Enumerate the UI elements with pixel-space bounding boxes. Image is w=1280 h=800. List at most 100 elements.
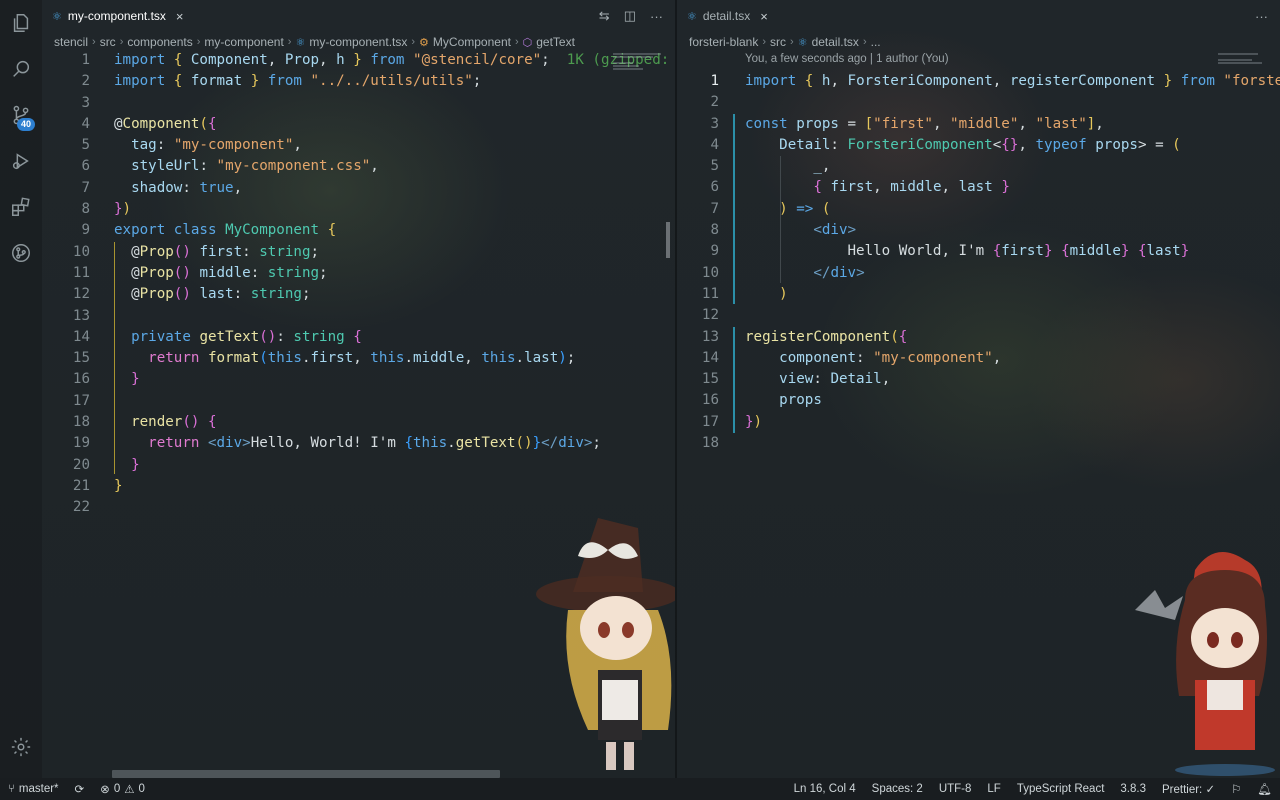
code-line[interactable]: 17: [42, 391, 675, 412]
minimap[interactable]: [1212, 52, 1280, 552]
code-line[interactable]: 9 export class MyComponent {: [42, 220, 675, 241]
code-line[interactable]: 19 return <div>Hello, World! I'm {this.g…: [42, 433, 675, 454]
files-icon[interactable]: [0, 0, 42, 46]
code-line[interactable]: 14 component: "my-component",: [677, 348, 1280, 369]
branch-indicator[interactable]: ⑂ master*: [0, 783, 67, 795]
tab-label: my-component.tsx: [67, 9, 166, 23]
left-editor-group: ⚛ my-component.tsx × ⇆ ◫ ··· stencil › sr…: [42, 0, 675, 778]
code-line[interactable]: 20 }: [42, 455, 675, 476]
typescript-version[interactable]: 3.8.3: [1112, 783, 1154, 795]
code-line[interactable]: 12: [677, 305, 1280, 326]
breadcrumb-item[interactable]: forsteri-blank: [689, 35, 758, 49]
more-actions-icon[interactable]: ···: [650, 9, 663, 24]
breadcrumb-item[interactable]: my-component.tsx: [309, 35, 407, 49]
code-line[interactable]: 13: [42, 306, 675, 327]
code-line[interactable]: 5 tag: "my-component",: [42, 135, 675, 156]
code-editor[interactable]: 1 import { h, ForsteriComponent, register…: [677, 71, 1280, 454]
code-line[interactable]: 4 Detail: ForsteriComponent<{}, typeof p…: [677, 135, 1280, 156]
breadcrumb-item[interactable]: components: [127, 35, 192, 49]
code-line[interactable]: 17}): [677, 412, 1280, 433]
code-line[interactable]: 10 @Prop() first: string;: [42, 242, 675, 263]
line-number: 18: [701, 435, 719, 452]
line-number: 3: [81, 94, 90, 111]
extensions-icon[interactable]: [0, 184, 42, 230]
end-of-line[interactable]: LF: [979, 783, 1008, 795]
line-text: export class MyComponent {: [114, 222, 337, 239]
code-line[interactable]: 7 shadow: true,: [42, 178, 675, 199]
breadcrumb-item[interactable]: detail.tsx: [812, 35, 859, 49]
code-line[interactable]: 2 import { format } from "../../utils/uti…: [42, 71, 675, 92]
tab-my-component[interactable]: ⚛ my-component.tsx ×: [42, 0, 194, 32]
breadcrumb-item[interactable]: src: [770, 35, 786, 49]
code-line[interactable]: 18: [677, 433, 1280, 454]
cursor-position[interactable]: Ln 16, Col 4: [786, 783, 864, 795]
notifications-icon[interactable]: 🔔︎: [1249, 782, 1280, 796]
close-icon[interactable]: ×: [760, 9, 768, 24]
run-debug-icon[interactable]: [0, 138, 42, 184]
code-line[interactable]: 16 props: [677, 390, 1280, 411]
line-text: registerComponent({: [745, 328, 908, 345]
horizontal-scrollbar[interactable]: [112, 770, 500, 778]
code-line[interactable]: 8}): [42, 199, 675, 220]
branch-icon: ⑂: [8, 783, 15, 795]
minimap[interactable]: [607, 52, 675, 552]
prettier-status[interactable]: Prettier: ✓: [1154, 782, 1223, 796]
breadcrumb-item[interactable]: ...: [871, 35, 881, 49]
code-line[interactable]: 18 render() {: [42, 412, 675, 433]
split-editor-icon[interactable]: ◫: [624, 8, 636, 24]
encoding[interactable]: UTF-8: [931, 783, 980, 795]
line-number: 10: [72, 243, 90, 260]
bracket-guide: [114, 242, 115, 474]
line-text: }): [114, 201, 132, 218]
codelens-blame[interactable]: You, a few seconds ago | 1 author (You): [745, 53, 949, 65]
code-line[interactable]: 8 <div>: [677, 220, 1280, 241]
search-icon[interactable]: [0, 46, 42, 92]
feedback-icon[interactable]: ⚐: [1223, 782, 1249, 796]
language-mode[interactable]: TypeScript React: [1009, 783, 1113, 795]
code-line[interactable]: 1 import { h, ForsteriComponent, register…: [677, 71, 1280, 92]
code-line[interactable]: 11 ): [677, 284, 1280, 305]
code-line[interactable]: 2: [677, 92, 1280, 113]
code-editor[interactable]: 1 import { Component, Prop, h } from "@st…: [42, 50, 675, 519]
breadcrumb-item[interactable]: getText: [536, 35, 575, 49]
line-text: @Prop() last: string;: [114, 286, 311, 303]
breadcrumb-item[interactable]: src: [100, 35, 116, 49]
git-graph-icon[interactable]: [0, 230, 42, 276]
code-line[interactable]: 3 const props = ["first", "middle", "last…: [677, 114, 1280, 135]
vertical-scrollbar[interactable]: [666, 222, 670, 258]
line-text: }): [745, 413, 763, 430]
gear-icon[interactable]: [0, 724, 42, 770]
line-text: const props = ["first", "middle", "last"…: [745, 115, 1104, 132]
line-number: 15: [701, 371, 719, 388]
indentation[interactable]: Spaces: 2: [864, 783, 931, 795]
code-line[interactable]: 4 @Component({: [42, 114, 675, 135]
breadcrumb-item[interactable]: MyComponent: [433, 35, 511, 49]
close-icon[interactable]: ×: [176, 9, 184, 24]
code-line[interactable]: 16 }: [42, 369, 675, 390]
code-line[interactable]: 15 view: Detail,: [677, 369, 1280, 390]
breadcrumb-item[interactable]: stencil: [54, 35, 88, 49]
code-line[interactable]: 6 styleUrl: "my-component.css",: [42, 156, 675, 177]
code-line[interactable]: 12 @Prop() last: string;: [42, 284, 675, 305]
code-line[interactable]: 21}: [42, 476, 675, 497]
compare-changes-icon[interactable]: ⇆: [599, 8, 610, 24]
more-actions-icon[interactable]: ···: [1255, 9, 1268, 24]
code-line[interactable]: 13 registerComponent({: [677, 327, 1280, 348]
warning-icon: ⚠: [124, 784, 135, 796]
code-line[interactable]: 10 </div>: [677, 263, 1280, 284]
code-line[interactable]: 7 ) => (: [677, 199, 1280, 220]
error-icon: ⊗: [100, 784, 110, 796]
code-line[interactable]: 6 { first, middle, last }: [677, 177, 1280, 198]
code-line[interactable]: 11 @Prop() middle: string;: [42, 263, 675, 284]
code-line[interactable]: 1 import { Component, Prop, h } from "@st…: [42, 50, 675, 71]
problems-indicator[interactable]: ⊗ 0 ⚠ 0: [92, 782, 153, 796]
breadcrumb-item[interactable]: my-component: [204, 35, 283, 49]
source-control-icon[interactable]: 40: [0, 92, 42, 138]
code-line[interactable]: 9 Hello World, I'm {first} {middle} {las…: [677, 241, 1280, 262]
code-line[interactable]: 3: [42, 93, 675, 114]
code-line[interactable]: 5 _,: [677, 156, 1280, 177]
tab-detail[interactable]: ⚛ detail.tsx ×: [677, 0, 778, 32]
code-line[interactable]: 14 private getText(): string {: [42, 327, 675, 348]
code-line[interactable]: 15 return format(this.first, this.middle…: [42, 348, 675, 369]
sync-button[interactable]: ⟳: [67, 782, 93, 796]
